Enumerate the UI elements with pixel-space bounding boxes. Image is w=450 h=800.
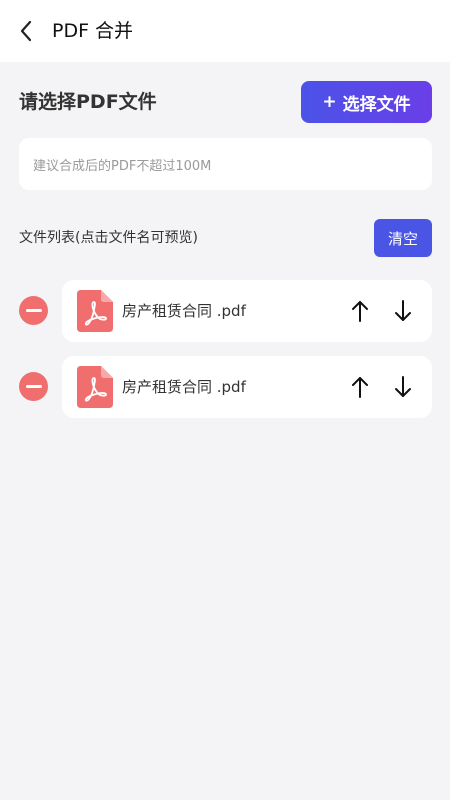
remove-file-button[interactable] (19, 372, 48, 401)
file-name[interactable]: 房产租赁合同 .pdf (122, 376, 246, 398)
minus-icon (25, 309, 42, 312)
arrow-down-icon (395, 300, 411, 321)
top-bar: PDF 合并 (0, 0, 450, 62)
section-heading: 请选择PDF文件 (19, 91, 157, 113)
file-card[interactable]: 房产租赁合同 .pdf (62, 356, 432, 418)
move-down-button[interactable] (389, 297, 417, 325)
select-file-label: 选择文件 (342, 94, 411, 115)
clear-button[interactable]: 清空 (374, 219, 432, 257)
file-row: 房产租赁合同 .pdf (0, 280, 450, 342)
file-name[interactable]: 房产租赁合同 .pdf (122, 300, 246, 322)
plus-icon: + (322, 92, 337, 112)
back-button[interactable] (14, 19, 38, 43)
pdf-file-icon (77, 290, 113, 332)
minus-icon (25, 385, 42, 388)
size-hint-box: 建议合成后的PDF不超过100M (19, 138, 432, 190)
select-file-button[interactable]: + 选择文件 (301, 81, 432, 123)
pdf-file-icon (77, 366, 113, 408)
file-row: 房产租赁合同 .pdf (0, 356, 450, 418)
size-hint-text: 建议合成后的PDF不超过100M (33, 158, 212, 174)
file-list-label: 文件列表(点击文件名可预览) (19, 230, 198, 246)
move-down-button[interactable] (389, 373, 417, 401)
move-up-button[interactable] (346, 297, 374, 325)
remove-file-button[interactable] (19, 296, 48, 325)
arrow-down-icon (395, 376, 411, 397)
file-card[interactable]: 房产租赁合同 .pdf (62, 280, 432, 342)
chevron-left-icon (20, 20, 32, 42)
arrow-up-icon (352, 377, 368, 398)
move-up-button[interactable] (346, 373, 374, 401)
arrow-up-icon (352, 301, 368, 322)
page-title: PDF 合并 (52, 20, 134, 42)
